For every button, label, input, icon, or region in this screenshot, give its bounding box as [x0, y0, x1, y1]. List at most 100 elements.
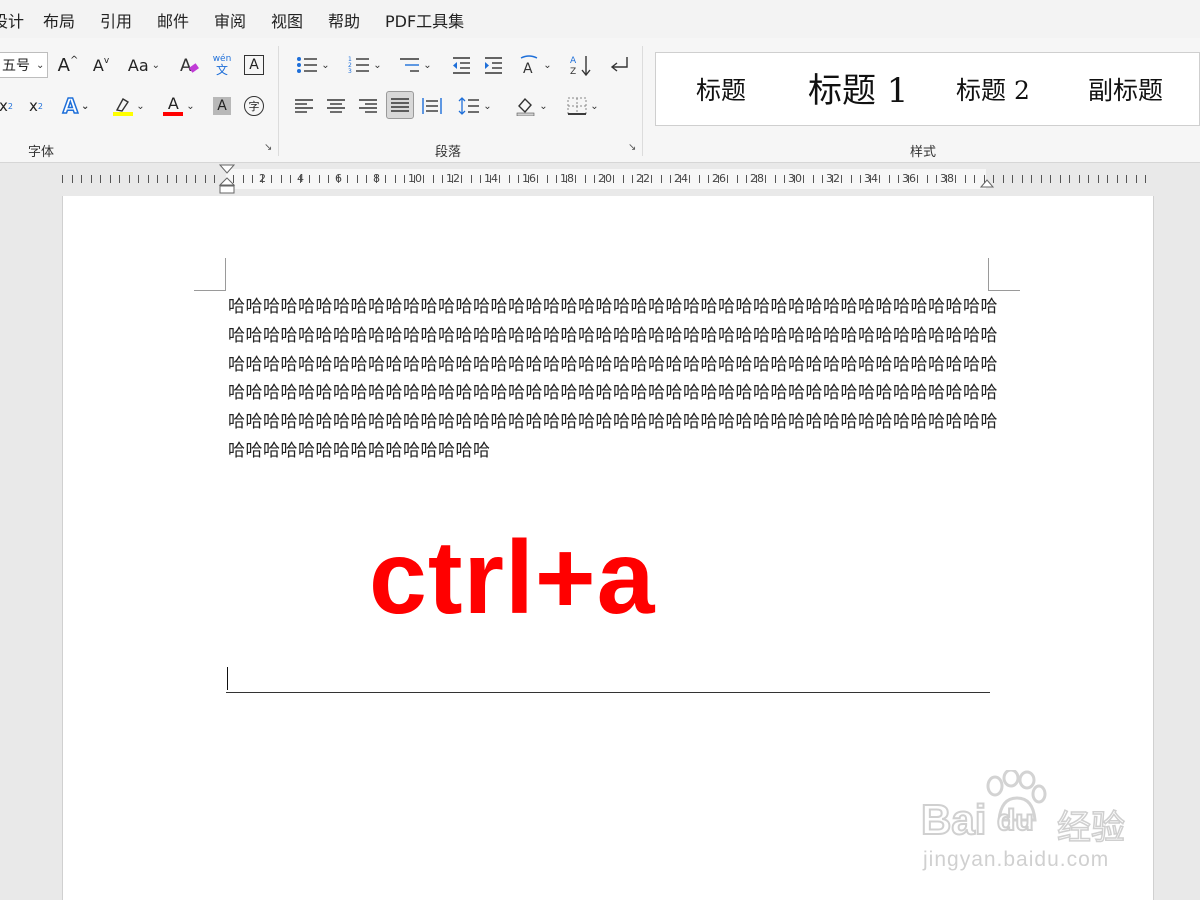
subscript-button[interactable]: x2 [0, 93, 14, 119]
paragraph-group-label: 段落 [435, 145, 462, 160]
highlighter-icon [113, 96, 134, 116]
svg-text:Z: Z [570, 67, 576, 76]
align-center-button[interactable] [324, 93, 348, 119]
left-indent-marker-icon[interactable] [218, 163, 236, 195]
chinese-layout-button[interactable]: A ⌄ [514, 52, 556, 78]
margin-corner-mark [194, 290, 226, 291]
ruler-tick [176, 175, 177, 183]
bullets-button[interactable]: ⌄ [292, 52, 334, 78]
numbering-button[interactable]: 123 ⌄ [344, 52, 386, 78]
ruler-tick [81, 175, 82, 183]
style-title[interactable]: 标题 [696, 71, 746, 107]
text-effects-button[interactable]: A ⌄ [56, 93, 96, 119]
document-body-text[interactable]: 哈哈哈哈哈哈哈哈哈哈哈哈哈哈哈哈哈哈哈哈哈哈哈哈哈哈哈哈哈哈哈哈哈哈哈哈哈哈哈哈… [228, 293, 998, 466]
decrease-indent-button[interactable] [450, 52, 472, 78]
ruler-tick [1145, 175, 1146, 183]
borders-button[interactable]: ⌄ [562, 93, 604, 119]
increase-indent-button[interactable] [482, 52, 504, 78]
menu-design[interactable]: 设计 [0, 8, 24, 32]
enclose-characters-button[interactable]: 字 [242, 93, 266, 119]
ruler-tick [1098, 175, 1099, 183]
style-heading-2[interactable]: 标题 2 [956, 71, 1030, 107]
change-case-button[interactable]: Aa ⌄ [124, 52, 164, 78]
hotkey-overlay-label: ctrl+a [369, 520, 656, 636]
decrease-indent-icon [453, 57, 470, 74]
character-border-button[interactable]: A [242, 52, 266, 78]
clear-formatting-icon: A [180, 56, 199, 76]
distributed-button[interactable] [420, 93, 444, 119]
font-size-select[interactable]: 五号 ⌄ [0, 52, 48, 78]
ruler-tick [547, 175, 548, 183]
phonetic-guide-button[interactable]: wén 文 [210, 50, 234, 80]
justify-icon [391, 98, 409, 112]
margin-corner-mark [225, 258, 226, 290]
font-color-swatch [163, 112, 184, 116]
menu-help[interactable]: 帮助 [328, 8, 360, 32]
ruler-tick [661, 175, 662, 183]
ruler-number: 22 [636, 172, 650, 185]
horizontal-ruler[interactable]: 2 4 6 8 10 12 14 16 18 20 22 24 26 28 30… [0, 163, 1200, 195]
ruler-tick [860, 175, 861, 183]
justify-button[interactable] [386, 91, 414, 119]
highlight-color-button[interactable]: ⌄ [108, 93, 150, 119]
style-heading-1[interactable]: 标题 1 [808, 63, 908, 112]
increase-indent-icon [485, 57, 502, 74]
align-left-button[interactable] [292, 93, 316, 119]
chevron-down-icon: ⌄ [373, 59, 382, 71]
ruler-tick [148, 175, 149, 183]
sort-button[interactable]: AZ [568, 52, 596, 78]
ruler-tick [727, 175, 728, 183]
svg-text:A: A [570, 56, 577, 66]
shrink-font-button[interactable]: Av [90, 52, 112, 78]
ruler-tick [803, 175, 804, 183]
ruler-number: 28 [750, 172, 764, 185]
menu-review[interactable]: 审阅 [214, 8, 246, 32]
font-dialog-launcher-icon[interactable]: ↘ [264, 143, 274, 153]
chevron-down-icon: ⌄ [483, 100, 492, 112]
ruler-tick [518, 175, 519, 183]
ruler-tick [110, 175, 111, 183]
menu-references[interactable]: 引用 [100, 8, 132, 32]
ruler-tick [91, 175, 92, 183]
ruler-tick [433, 175, 434, 183]
ruler-tick [129, 175, 130, 183]
menu-mailings[interactable]: 邮件 [157, 8, 189, 32]
multilevel-list-button[interactable]: ⌄ [394, 52, 436, 78]
ruler-tick [1041, 175, 1042, 183]
ruler-number: 18 [560, 172, 574, 185]
ruler-number: 38 [940, 172, 954, 185]
style-subtitle[interactable]: 副标题 [1088, 71, 1163, 107]
ruler-tick [917, 175, 918, 183]
menu-pdf-tools[interactable]: PDF工具集 [385, 8, 464, 32]
ruler-tick [955, 175, 956, 183]
chevron-down-icon: ⌄ [151, 59, 161, 71]
ruler-tick [613, 175, 614, 183]
ruler-tick [100, 175, 101, 183]
grow-font-button[interactable]: A ^ [56, 52, 80, 78]
ruler-tick [357, 175, 358, 183]
menu-view[interactable]: 视图 [271, 8, 303, 32]
chinese-layout-icon: A [520, 55, 538, 75]
font-color-button[interactable]: A ⌄ [158, 93, 200, 119]
ruler-tick [575, 175, 576, 183]
show-formatting-marks-button[interactable] [606, 52, 632, 78]
chevron-down-icon: ⌄ [36, 59, 45, 71]
document-page[interactable]: 哈哈哈哈哈哈哈哈哈哈哈哈哈哈哈哈哈哈哈哈哈哈哈哈哈哈哈哈哈哈哈哈哈哈哈哈哈哈哈哈… [62, 196, 1154, 900]
ruler-number: 4 [297, 172, 304, 185]
ruler-tick [746, 175, 747, 183]
ruler-tick [879, 175, 880, 183]
ruler-tick [1012, 175, 1013, 183]
svg-text:3: 3 [348, 68, 352, 75]
clear-formatting-button[interactable]: A [176, 52, 202, 78]
character-shading-button[interactable]: A [210, 93, 234, 119]
superscript-button[interactable]: x2 [26, 93, 46, 119]
align-right-button[interactable] [356, 93, 380, 119]
ruler-tick [1126, 175, 1127, 183]
menu-layout[interactable]: 布局 [43, 8, 75, 32]
paragraph-dialog-launcher-icon[interactable]: ↘ [628, 143, 638, 153]
ruler-tick [594, 175, 595, 183]
shading-button[interactable]: ⌄ [510, 93, 552, 119]
line-spacing-button[interactable]: ⌄ [454, 93, 496, 119]
right-indent-marker-icon[interactable] [979, 177, 995, 191]
ruler-tick [585, 175, 586, 183]
